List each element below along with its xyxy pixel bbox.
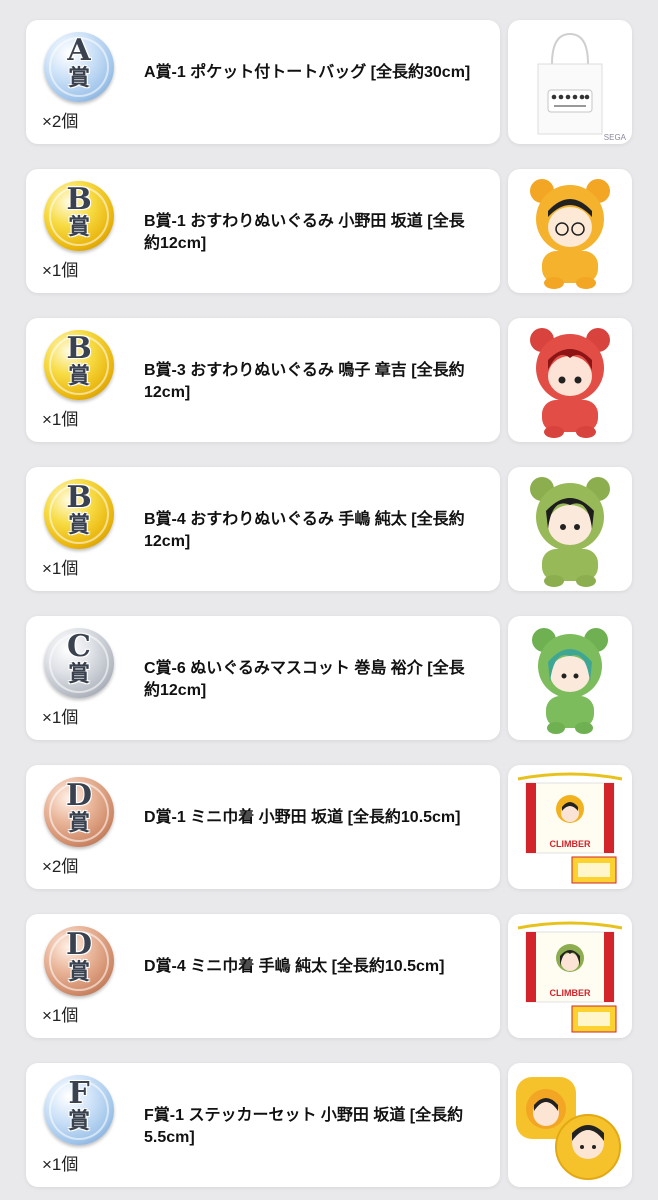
prize-image[interactable] — [508, 169, 632, 293]
prize-title: D賞-4 ミニ巾着 手嶋 純太 [全長約10.5cm] — [144, 958, 445, 975]
prize-row[interactable]: B 賞 ×1個 B賞-1 おすわりぬいぐるみ 小野田 坂道 [全長約12cm] — [26, 169, 632, 293]
prize-medal: D 賞 — [44, 926, 114, 996]
prize-row[interactable]: A 賞 ×2個 A賞-1 ポケット付トートバッグ [全長約30cm] SEGA — [26, 20, 632, 144]
prize-title: B賞-3 おすわりぬいぐるみ 鳴子 章吉 [全長約12cm] — [144, 362, 465, 401]
prize-image[interactable] — [508, 616, 632, 740]
medal-kanji: 賞 — [67, 661, 90, 687]
sticker-set-icon — [516, 1077, 621, 1180]
prize-image[interactable]: CLIMBER — [508, 914, 632, 1038]
prize-card[interactable]: C 賞 ×1個 C賞-6 ぬいぐるみマスコット 巻島 裕介 [全長約12cm] — [26, 616, 500, 740]
prize-card[interactable]: B 賞 ×1個 B賞-1 おすわりぬいぐるみ 小野田 坂道 [全長約12cm] — [26, 169, 500, 293]
medal-kanji: 賞 — [67, 65, 90, 91]
prize-title: F賞-1 ステッカーセット 小野田 坂道 [全長約5.5cm] — [144, 1107, 464, 1146]
prize-title: D賞-1 ミニ巾着 小野田 坂道 [全長約10.5cm] — [144, 809, 461, 826]
prize-title: C賞-6 ぬいぐるみマスコット 巻島 裕介 [全長約12cm] — [144, 660, 465, 699]
medal-kanji: 賞 — [67, 363, 90, 389]
svg-text:CLIMBER: CLIMBER — [550, 988, 591, 998]
prize-title: A賞-1 ポケット付トートバッグ [全長約30cm] — [144, 64, 471, 81]
medal-letter: D — [65, 778, 92, 813]
prize-image[interactable]: CLIMBER — [508, 765, 632, 889]
medal-kanji: 賞 — [67, 214, 90, 240]
prize-image[interactable] — [508, 467, 632, 591]
prize-card[interactable]: B 賞 ×1個 B賞-3 おすわりぬいぐるみ 鳴子 章吉 [全長約12cm] — [26, 318, 500, 442]
drawstring-bag-icon: CLIMBER — [517, 772, 623, 884]
medal-kanji: 賞 — [67, 810, 90, 836]
medal-letter: D — [65, 927, 92, 962]
prize-medal: F 賞 — [44, 1075, 114, 1145]
svg-text:SEGA: SEGA — [604, 133, 627, 142]
medal-kanji: 賞 — [67, 959, 90, 985]
drawstring-bag-icon: CLIMBER — [517, 921, 623, 1033]
prize-card[interactable]: D 賞 ×1個 D賞-4 ミニ巾着 手嶋 純太 [全長約10.5cm] — [26, 914, 500, 1038]
prize-medal: B 賞 — [44, 479, 114, 549]
prize-row[interactable]: D 賞 ×2個 D賞-1 ミニ巾着 小野田 坂道 [全長約10.5cm] CLI… — [26, 765, 632, 889]
prize-row[interactable]: B 賞 ×1個 B賞-3 おすわりぬいぐるみ 鳴子 章吉 [全長約12cm] — [26, 318, 632, 442]
prize-quantity: ×2個 — [42, 112, 79, 131]
prize-quantity: ×1個 — [42, 410, 79, 429]
prize-image[interactable] — [508, 1063, 632, 1187]
prize-row[interactable]: F 賞 ×1個 F賞-1 ステッカーセット 小野田 坂道 [全長約5.5cm] — [26, 1063, 632, 1187]
prize-image[interactable]: SEGA — [508, 20, 632, 144]
plush-green-icon — [530, 477, 610, 587]
medal-kanji: 賞 — [67, 1108, 90, 1134]
prize-list: A 賞 ×2個 A賞-1 ポケット付トートバッグ [全長約30cm] SEGA — [0, 0, 658, 1200]
medal-kanji: 賞 — [67, 512, 90, 538]
plush-red-icon — [530, 328, 610, 438]
prize-medal: A 賞 — [44, 32, 114, 102]
prize-quantity: ×2個 — [42, 857, 79, 876]
prize-medal: B 賞 — [44, 181, 114, 251]
prize-quantity: ×1個 — [42, 1006, 79, 1025]
medal-letter: B — [66, 331, 92, 366]
plush-yellow-icon — [530, 179, 610, 289]
prize-card[interactable]: B 賞 ×1個 B賞-4 おすわりぬいぐるみ 手嶋 純太 [全長約12cm] — [26, 467, 500, 591]
prize-medal: B 賞 — [44, 330, 114, 400]
medal-letter: A — [67, 33, 91, 68]
prize-title: B賞-4 おすわりぬいぐるみ 手嶋 純太 [全長約12cm] — [144, 511, 465, 550]
prize-row[interactable]: D 賞 ×1個 D賞-4 ミニ巾着 手嶋 純太 [全長約10.5cm] CLIM… — [26, 914, 632, 1038]
plush-mascot-green-icon — [532, 628, 608, 734]
prize-medal: C 賞 — [44, 628, 114, 698]
prize-card[interactable]: A 賞 ×2個 A賞-1 ポケット付トートバッグ [全長約30cm] — [26, 20, 500, 144]
medal-letter: F — [68, 1076, 90, 1111]
prize-card[interactable]: F 賞 ×1個 F賞-1 ステッカーセット 小野田 坂道 [全長約5.5cm] — [26, 1063, 500, 1187]
medal-letter: B — [66, 480, 92, 515]
tote-bag-icon: SEGA — [537, 32, 627, 142]
prize-medal: D 賞 — [44, 777, 114, 847]
prize-quantity: ×1個 — [42, 261, 79, 280]
prize-row[interactable]: B 賞 ×1個 B賞-4 おすわりぬいぐるみ 手嶋 純太 [全長約12cm] — [26, 467, 632, 591]
prize-quantity: ×1個 — [42, 559, 79, 578]
svg-text:CLIMBER: CLIMBER — [550, 839, 591, 849]
prize-quantity: ×1個 — [42, 1155, 79, 1174]
prize-row[interactable]: C 賞 ×1個 C賞-6 ぬいぐるみマスコット 巻島 裕介 [全長約12cm] — [26, 616, 632, 740]
medal-letter: B — [66, 182, 92, 217]
prize-card[interactable]: D 賞 ×2個 D賞-1 ミニ巾着 小野田 坂道 [全長約10.5cm] — [26, 765, 500, 889]
medal-letter: C — [67, 629, 91, 664]
prize-title: B賞-1 おすわりぬいぐるみ 小野田 坂道 [全長約12cm] — [144, 213, 465, 252]
prize-quantity: ×1個 — [42, 708, 79, 727]
prize-image[interactable] — [508, 318, 632, 442]
